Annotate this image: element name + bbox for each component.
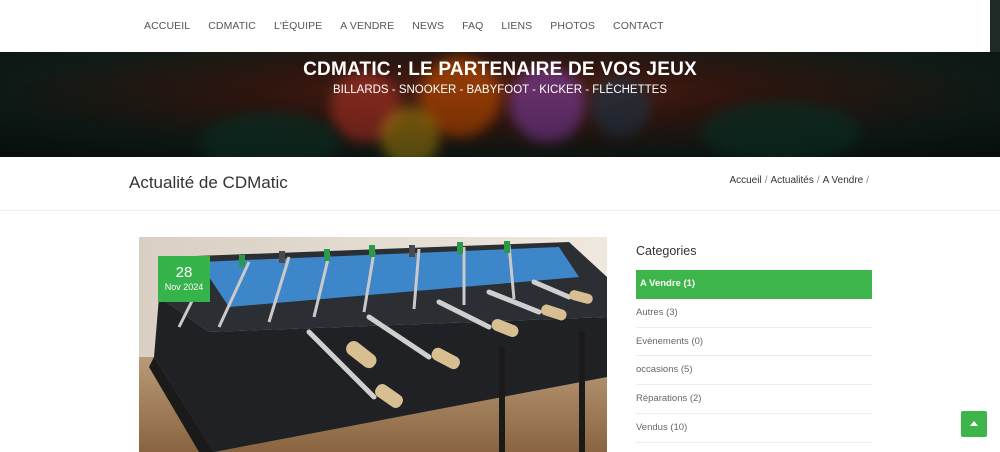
nav-item-a-vendre[interactable]: A VENDRE (331, 20, 403, 32)
category-item-reparations[interactable]: Réparations (2) (636, 385, 872, 414)
sidebar: Categories A Vendre (1) Autres (3) Evène… (636, 237, 872, 443)
post-date-day: 28 (175, 264, 193, 281)
nav-item-liens[interactable]: LIENS (492, 20, 541, 32)
page-title: Actualité de CDMatic (129, 173, 288, 192)
hero-subtitle: BILLARDS - SNOOKER - BABYFOOT - KICKER -… (333, 84, 667, 96)
hero-banner: CDMATIC : LE PARTENAIRE DE VOS JEUX BILL… (0, 52, 1000, 157)
breadcrumb-accueil[interactable]: Accueil (729, 175, 761, 186)
top-navigation: ACCUEIL CDMATIC L'ÉQUIPE A VENDRE NEWS F… (0, 0, 990, 52)
page-title-bar: Actualité de CDMatic Accueil / Actualité… (0, 157, 1000, 211)
post-date-badge: 28 Nov 2024 (158, 256, 210, 302)
category-item-a-vendre[interactable]: A Vendre (1) (636, 270, 872, 299)
breadcrumb-separator: / (816, 175, 820, 186)
category-item-autres[interactable]: Autres (3) (636, 299, 872, 328)
nav-item-equipe[interactable]: L'ÉQUIPE (265, 20, 331, 32)
category-item-vendus[interactable]: Vendus (10) (636, 414, 872, 443)
nav-item-photos[interactable]: PHOTOS (541, 20, 604, 32)
sidebar-heading-categories: Categories (636, 244, 697, 258)
category-list: A Vendre (1) Autres (3) Evènements (0) o… (636, 270, 872, 443)
breadcrumb: Accueil / Actualités / A Vendre / (729, 175, 872, 186)
page-edge-strip (990, 0, 1000, 52)
post-date-month: Nov 2024 (164, 282, 204, 292)
chevron-up-icon (970, 421, 978, 426)
hero-title: CDMATIC : LE PARTENAIRE DE VOS JEUX (303, 59, 697, 80)
nav-menu: ACCUEIL CDMATIC L'ÉQUIPE A VENDRE NEWS F… (135, 0, 673, 52)
breadcrumb-a-vendre[interactable]: A Vendre (823, 175, 864, 186)
nav-item-contact[interactable]: CONTACT (604, 20, 673, 32)
category-item-evenements[interactable]: Evènements (0) (636, 328, 872, 357)
breadcrumb-separator: / (764, 175, 768, 186)
nav-item-accueil[interactable]: ACCUEIL (135, 20, 199, 32)
back-to-top-button[interactable] (961, 411, 987, 437)
nav-item-faq[interactable]: FAQ (453, 20, 492, 32)
nav-item-cdmatic[interactable]: CDMATIC (199, 20, 265, 32)
breadcrumb-actualites[interactable]: Actualités (770, 175, 813, 186)
category-item-occasions[interactable]: occasions (5) (636, 356, 872, 386)
nav-item-news[interactable]: NEWS (403, 20, 453, 32)
breadcrumb-separator: / (866, 175, 869, 186)
